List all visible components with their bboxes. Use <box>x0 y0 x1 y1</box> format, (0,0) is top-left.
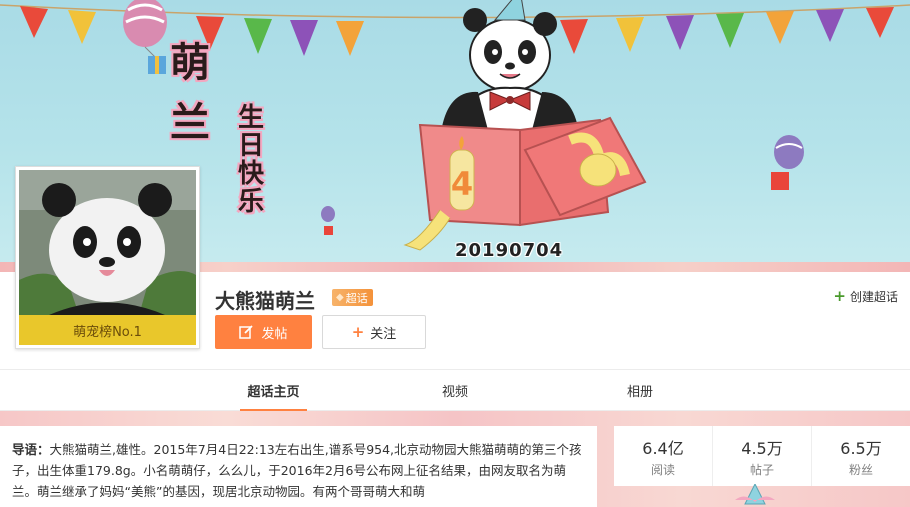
stat-label: 帖子 <box>749 462 774 477</box>
banner-title-line2: 兰 <box>170 100 210 146</box>
plus-icon: + <box>351 323 365 341</box>
panda-photo <box>19 170 196 315</box>
intro-label: 导语： <box>12 442 50 457</box>
stat-label: 阅读 <box>650 462 675 477</box>
tab-video[interactable]: 视频 <box>430 370 480 411</box>
intro-panel: 导语：大熊猫萌兰,雄性。2015年7月4日22:13左右出生,谱系号954,北京… <box>0 426 597 507</box>
tab-album[interactable]: 相册 <box>615 370 665 411</box>
post-button-label: 发帖 <box>261 326 288 342</box>
tab-home[interactable]: 超话主页 <box>240 370 307 411</box>
stat-label: 粉丝 <box>848 462 873 477</box>
plus-icon: + <box>833 287 846 305</box>
follow-button[interactable]: + 关注 <box>322 315 426 349</box>
stat-value: 4.5万 <box>741 438 783 458</box>
stat-posts: 4.5万 帖子 <box>713 426 812 486</box>
stat-value: 6.4亿 <box>642 438 684 458</box>
stat-fans: 6.5万 粉丝 <box>812 426 910 486</box>
avatar-image <box>19 170 196 315</box>
edit-icon <box>239 325 254 339</box>
stats-panel: 6.4亿 阅读 4.5万 帖子 6.5万 粉丝 <box>614 426 910 486</box>
avatar[interactable]: 萌宠榜No.1 <box>15 166 200 349</box>
diamond-icon: ◆ <box>336 292 344 303</box>
tab-bar: 超话主页 视频 相册 <box>0 369 910 411</box>
rank-label[interactable]: 萌宠榜No.1 <box>19 315 196 345</box>
create-chaohua-link[interactable]: + 创建超话 <box>833 287 898 305</box>
create-chaohua-label: 创建超话 <box>849 289 898 304</box>
banner-greeting: 生日快乐 <box>238 103 265 217</box>
banner-title-line1: 萌 <box>170 40 210 86</box>
chaohua-badge: ◆ 超话 <box>332 289 373 306</box>
stat-value: 6.5万 <box>840 438 882 458</box>
intro-text: 大熊猫萌兰,雄性。2015年7月4日22:13左右出生,谱系号954,北京动物园… <box>12 442 582 499</box>
chaohua-badge-label: 超话 <box>345 291 368 305</box>
cake-number: 4 <box>451 165 473 203</box>
banner-date: 20190704 <box>455 240 564 261</box>
follow-button-label: 关注 <box>370 326 397 342</box>
post-button[interactable]: 发帖 <box>215 315 312 349</box>
party-hat-icon <box>735 484 775 505</box>
stat-reads: 6.4亿 阅读 <box>614 426 713 486</box>
page-title: 大熊猫萌兰 <box>215 289 315 313</box>
